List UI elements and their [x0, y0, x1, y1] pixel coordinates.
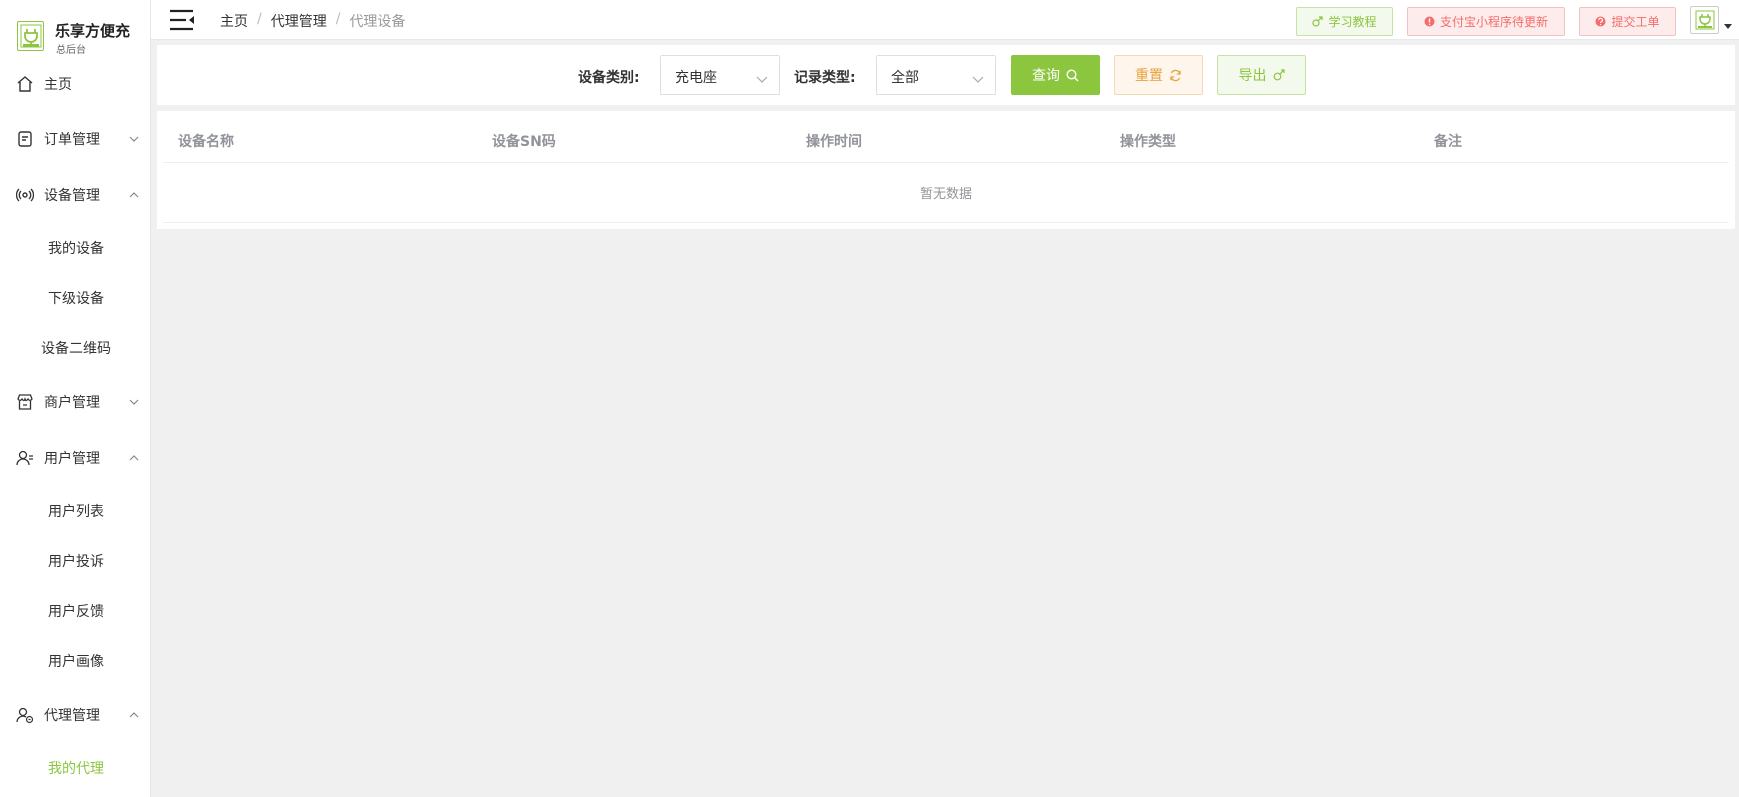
- sidebar-sub-label: 用户画像: [48, 654, 104, 670]
- menu-collapse-icon[interactable]: [169, 9, 195, 31]
- brand-subtitle: 总后台: [56, 45, 86, 56]
- sidebar-sub-my-agents[interactable]: 我的代理: [0, 750, 150, 786]
- sidebar-item-home[interactable]: 主页: [0, 64, 150, 104]
- chevron-down-icon: [972, 70, 984, 83]
- column-header-device-name: 设备名称: [178, 134, 234, 150]
- sidebar-item-label: 代理管理: [44, 708, 100, 724]
- sidebar-item-users[interactable]: 用户管理: [0, 438, 150, 478]
- breadcrumb-separator: /: [257, 11, 262, 27]
- sidebar-item-label: 订单管理: [44, 132, 100, 148]
- sidebar-item-label: 主页: [44, 77, 72, 93]
- query-button-label: 查询: [1032, 68, 1060, 84]
- device-type-value: 充电座: [675, 70, 717, 86]
- table-empty-row: 暂无数据: [163, 163, 1729, 223]
- chevron-down-icon: [128, 396, 140, 408]
- column-header-operation-type: 操作类型: [1120, 134, 1176, 150]
- reset-button[interactable]: 重置: [1114, 55, 1203, 95]
- sidebar-sub-label: 设备二维码: [41, 341, 111, 357]
- brand-title: 乐享方便充: [55, 22, 131, 40]
- chevron-up-icon: [128, 189, 140, 201]
- home-icon: [15, 74, 35, 94]
- record-type-select[interactable]: 全部: [876, 55, 996, 95]
- caret-down-icon[interactable]: [1724, 24, 1732, 29]
- plug-logo-icon: [20, 24, 41, 48]
- chevron-down-icon: [756, 70, 768, 83]
- sidebar-sub-user-list[interactable]: 用户列表: [0, 493, 150, 529]
- record-type-label: 记录类型:: [794, 70, 856, 86]
- sidebar-sub-label: 我的设备: [48, 241, 104, 257]
- sidebar-sub-label: 用户投诉: [48, 554, 104, 570]
- sidebar-sub-label: 用户反馈: [48, 604, 104, 620]
- chevron-down-icon: [128, 133, 140, 145]
- search-icon: [1066, 68, 1079, 82]
- device-type-label: 设备类别:: [578, 70, 640, 86]
- record-type-value: 全部: [891, 70, 919, 86]
- chevron-up-icon: [128, 709, 140, 721]
- table-header: 设备名称 设备SN码 操作时间 操作类型 备注: [163, 111, 1729, 163]
- sidebar-sub-my-devices[interactable]: 我的设备: [0, 230, 150, 266]
- breadcrumb-separator: /: [335, 11, 341, 27]
- order-icon: [15, 129, 35, 149]
- male-symbol-icon: [1312, 16, 1324, 27]
- sidebar-item-label: 用户管理: [44, 451, 100, 467]
- sidebar-item-agents[interactable]: 代理管理: [0, 695, 150, 735]
- breadcrumb-home[interactable]: 主页: [220, 11, 248, 31]
- device-icon: [15, 185, 35, 205]
- agent-icon: [15, 705, 35, 725]
- alert-circle-icon: [1424, 16, 1435, 27]
- sidebar-sub-label: 下级设备: [48, 291, 104, 307]
- export-button[interactable]: 导出: [1217, 55, 1306, 95]
- export-button-label: 导出: [1238, 68, 1267, 84]
- alipay-update-button[interactable]: 支付宝小程序待更新: [1407, 7, 1565, 36]
- empty-state-text: 暂无数据: [919, 187, 972, 202]
- sidebar-sub-sub-devices[interactable]: 下级设备: [0, 280, 150, 316]
- sidebar: 乐享方便充 总后台 主页 订单管理 设备管理 我的设备 下级设备 设备二维码 商…: [0, 0, 151, 797]
- column-header-remark: 备注: [1434, 134, 1462, 150]
- tutorial-button-label: 学习教程: [1328, 15, 1377, 29]
- plug-logo-icon: [1695, 10, 1714, 30]
- sidebar-sub-device-qrcode[interactable]: 设备二维码: [0, 330, 150, 366]
- sidebar-sub-user-feedback[interactable]: 用户反馈: [0, 593, 150, 629]
- submit-ticket-button[interactable]: 提交工单: [1579, 7, 1676, 36]
- submit-ticket-label: 提交工单: [1611, 15, 1660, 29]
- filter-panel: 设备类别: 充电座 记录类型: 全部 查询 重置 导出: [157, 45, 1735, 105]
- sidebar-item-merchants[interactable]: 商户管理: [0, 382, 150, 422]
- column-header-operation-time: 操作时间: [806, 134, 862, 150]
- query-button[interactable]: 查询: [1011, 55, 1100, 95]
- breadcrumb: 主页 / 代理管理 / 代理设备: [220, 11, 405, 31]
- column-header-device-sn: 设备SN码: [492, 134, 556, 150]
- question-circle-icon: [1595, 16, 1606, 27]
- sidebar-sub-label: 我的代理: [48, 761, 104, 777]
- sidebar-item-devices[interactable]: 设备管理: [0, 175, 150, 215]
- shop-icon: [15, 392, 35, 412]
- avatar[interactable]: [1690, 6, 1719, 34]
- sidebar-sub-user-complaints[interactable]: 用户投诉: [0, 543, 150, 579]
- sidebar-sub-user-profile[interactable]: 用户画像: [0, 643, 150, 679]
- sidebar-item-label: 设备管理: [44, 188, 100, 204]
- sidebar-item-orders[interactable]: 订单管理: [0, 119, 150, 159]
- brand[interactable]: 乐享方便充 总后台: [17, 18, 147, 56]
- brand-logo: [17, 21, 44, 51]
- app-root: 乐享方便充 总后台 主页 订单管理 设备管理 我的设备 下级设备 设备二维码 商…: [0, 0, 1739, 797]
- male-symbol-icon: [1273, 69, 1285, 81]
- sidebar-sub-label: 用户列表: [48, 504, 104, 520]
- tutorial-button[interactable]: 学习教程: [1296, 7, 1393, 36]
- user-icon: [15, 448, 35, 468]
- alipay-update-label: 支付宝小程序待更新: [1439, 15, 1548, 29]
- chevron-up-icon: [128, 452, 140, 464]
- reset-button-label: 重置: [1135, 68, 1163, 84]
- sidebar-item-label: 商户管理: [44, 395, 100, 411]
- records-table: 设备名称 设备SN码 操作时间 操作类型 备注 暂无数据: [157, 111, 1735, 229]
- device-type-select[interactable]: 充电座: [660, 55, 780, 95]
- refresh-icon: [1169, 69, 1182, 82]
- top-header: 主页 / 代理管理 / 代理设备 学习教程 支付宝小程序待更新 提交工单: [151, 0, 1739, 40]
- breadcrumb-agent-management[interactable]: 代理管理: [271, 11, 327, 31]
- breadcrumb-current: 代理设备: [349, 14, 406, 30]
